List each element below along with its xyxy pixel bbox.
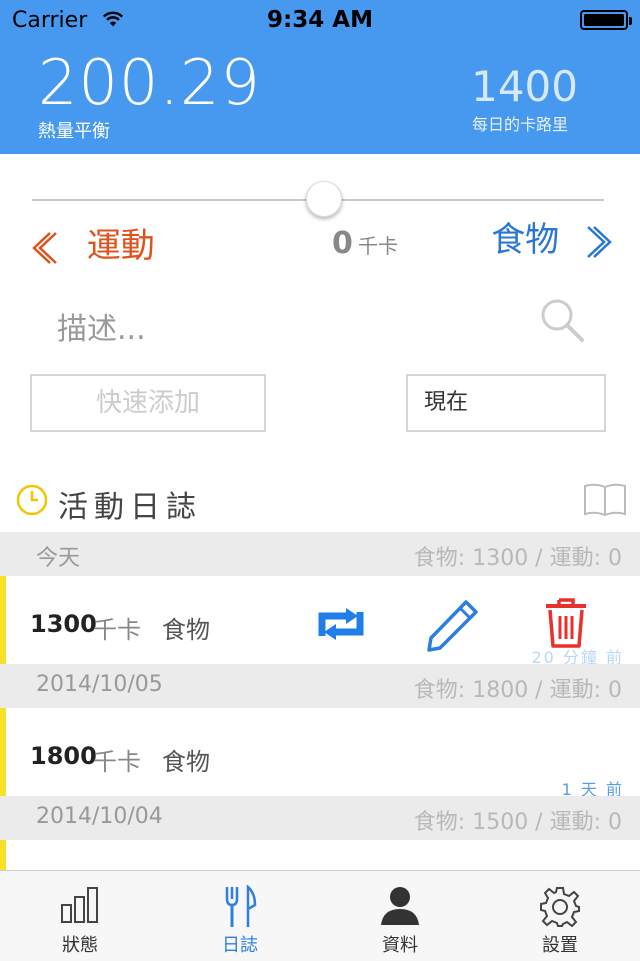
slider-value-number: 0 xyxy=(332,226,353,261)
section-header: 今天 食物: 1300 / 運動: 0 xyxy=(0,532,640,576)
slider-value-unit: 千卡 xyxy=(357,234,398,258)
repeat-icon[interactable] xyxy=(314,606,368,642)
entry-accent-bar xyxy=(0,708,6,796)
entry-unit: 千卡 xyxy=(93,748,141,776)
calorie-balance-label: 熱量平衡 xyxy=(38,121,110,142)
tab-label: 設置 xyxy=(542,935,578,956)
log-entry-row[interactable] xyxy=(0,840,640,870)
search-icon[interactable] xyxy=(538,296,586,344)
quick-add-button[interactable]: 快速添加 xyxy=(30,374,266,432)
entry-calories: 1300 xyxy=(30,610,97,638)
section-header: 2014/10/04 食物: 1500 / 運動: 0 xyxy=(0,796,640,840)
edit-pencil-icon[interactable] xyxy=(426,598,482,652)
entry-accent-bar xyxy=(0,576,6,664)
book-icon[interactable] xyxy=(582,482,628,518)
entry-type: 食物 xyxy=(162,616,210,644)
daily-calories-value[interactable]: 1400 xyxy=(471,66,578,108)
section-date: 2014/10/04 xyxy=(36,804,163,829)
log-entry-row[interactable]: 1300 千卡 食物 20 分鐘 前 xyxy=(0,576,640,667)
gear-icon xyxy=(540,887,580,928)
tab-settings[interactable]: 設置 xyxy=(480,871,640,961)
tab-bar: 狀態 日誌 資料 設置 xyxy=(0,870,640,961)
trash-icon[interactable] xyxy=(544,596,588,650)
tab-label: 資料 xyxy=(382,935,418,956)
section-header: 2014/10/05 食物: 1800 / 運動: 0 xyxy=(0,664,640,708)
clock-icon xyxy=(16,484,48,516)
activity-log-title: 活動日誌 xyxy=(58,490,202,525)
status-bar: Carrier 9:34 AM xyxy=(0,0,640,40)
bar-chart-icon xyxy=(61,887,98,923)
tab-profile[interactable]: 資料 xyxy=(320,871,480,961)
calorie-slider-thumb[interactable] xyxy=(306,181,342,217)
calorie-balance-value: 200.29 xyxy=(38,46,261,119)
header: Carrier 9:34 AM 200.29 熱量平衡 1400 每日的卡路里 xyxy=(0,0,640,154)
entry-unit: 千卡 xyxy=(93,616,141,644)
fork-knife-icon xyxy=(225,885,257,927)
description-input[interactable]: 描述... xyxy=(57,304,146,348)
entry-type: 食物 xyxy=(162,748,210,776)
section-date: 今天 xyxy=(36,546,81,571)
section-summary: 食物: 1800 / 運動: 0 xyxy=(413,678,622,703)
tab-status[interactable]: 狀態 xyxy=(0,871,160,961)
tab-log[interactable]: 日誌 xyxy=(160,871,320,961)
section-summary: 食物: 1500 / 運動: 0 xyxy=(413,810,622,835)
clock-time: 9:34 AM xyxy=(267,7,373,33)
entry-calories: 1800 xyxy=(30,742,97,770)
slider-value: 0 千卡 xyxy=(0,226,640,261)
daily-calories-label: 每日的卡路里 xyxy=(471,115,568,134)
section-summary: 食物: 1300 / 運動: 0 xyxy=(413,546,622,571)
section-date: 2014/10/05 xyxy=(36,672,163,697)
log-entry-row[interactable]: 1800 千卡 食物 1 天 前 xyxy=(0,708,640,799)
entry-accent-bar xyxy=(0,840,6,870)
time-now-field[interactable]: 現在 xyxy=(406,374,606,432)
tab-label: 狀態 xyxy=(62,935,98,956)
tab-label: 日誌 xyxy=(222,935,258,956)
person-icon xyxy=(381,887,419,925)
battery-icon xyxy=(580,10,632,30)
